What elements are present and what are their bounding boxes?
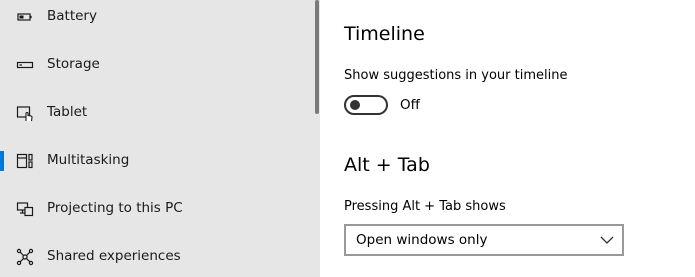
sidebar-item-multitasking[interactable]: Multitasking [0, 141, 315, 181]
selected-indicator [0, 151, 4, 171]
sidebar: Battery Storage Tablet Multitasking Proj… [0, 0, 320, 277]
dropdown-selected-value: Open windows only [356, 232, 488, 248]
sidebar-item-storage[interactable]: Storage [0, 45, 315, 85]
storage-icon [16, 56, 34, 74]
sidebar-scrollbar[interactable] [315, 0, 319, 114]
sidebar-item-shared-experiences[interactable]: Shared experiences [0, 237, 315, 277]
sidebar-item-label: Battery [47, 8, 97, 24]
shared-experiences-icon [16, 248, 34, 266]
sidebar-item-label: Tablet [47, 104, 88, 120]
alt-tab-dropdown[interactable]: Open windows only [344, 224, 624, 256]
chevron-down-icon [600, 234, 614, 246]
alt-tab-label: Pressing Alt + Tab shows [344, 199, 506, 214]
alt-tab-heading: Alt + Tab [344, 154, 430, 176]
multitasking-icon [16, 152, 34, 170]
sidebar-item-label: Multitasking [47, 152, 130, 168]
sidebar-item-label: Storage [47, 56, 100, 72]
battery-icon [16, 8, 34, 26]
sidebar-item-battery[interactable]: Battery [0, 0, 315, 37]
main-panel: Timeline Show suggestions in your timeli… [320, 0, 695, 277]
projecting-icon [16, 200, 34, 218]
toggle-state-label: Off [400, 97, 420, 113]
sidebar-item-tablet[interactable]: Tablet [0, 93, 315, 133]
settings-window: Battery Storage Tablet Multitasking Proj… [0, 0, 695, 277]
sidebar-item-label: Projecting to this PC [47, 200, 183, 216]
sidebar-item-projecting[interactable]: Projecting to this PC [0, 189, 315, 229]
sidebar-item-label: Shared experiences [47, 248, 181, 264]
timeline-heading: Timeline [344, 23, 425, 45]
timeline-suggestions-toggle[interactable] [344, 95, 388, 115]
toggle-knob [350, 100, 360, 110]
timeline-suggestions-label: Show suggestions in your timeline [344, 68, 568, 83]
tablet-icon [16, 104, 34, 122]
